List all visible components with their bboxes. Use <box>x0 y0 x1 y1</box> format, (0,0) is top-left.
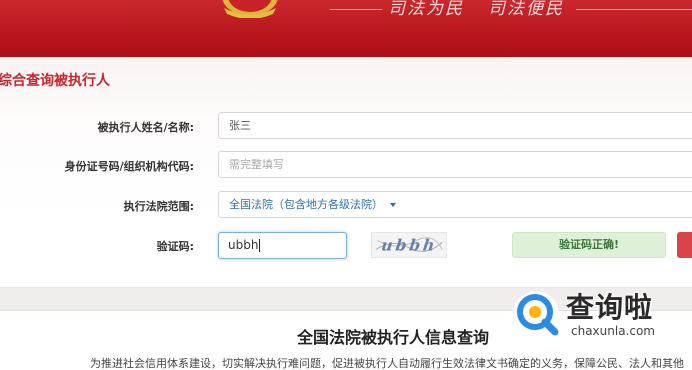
watermark-title: 查询啦 <box>566 291 654 324</box>
text-cursor <box>259 239 261 252</box>
court-label: 执行法院范围: <box>123 200 194 213</box>
query-button[interactable] <box>677 232 692 258</box>
captcha-image-text: ubbh <box>380 236 438 255</box>
search-magnifier-icon <box>513 291 559 337</box>
captcha-input[interactable]: ubbh <box>218 232 347 259</box>
intro-text: 为推进社会信用体系建设，切实解决执行难问题，促进被执行人自动履行生效法律文书确定… <box>90 357 684 370</box>
captcha-success-message: 验证码正确! <box>512 232 666 258</box>
captcha-input-value: ubbh <box>228 238 259 252</box>
name-label: 被执行人姓名/名称: <box>97 121 194 134</box>
watermark: 查询啦 chaxunla.com <box>510 284 692 346</box>
id-number-input[interactable]: 需完整填写 <box>218 151 692 178</box>
captcha-image[interactable]: ubbh <box>371 232 447 258</box>
intro-title: 全国法院被执行人信息查询 <box>297 328 490 347</box>
watermark-domain: chaxunla.com <box>571 324 655 338</box>
slogan-right: 司法便民 <box>488 0 564 19</box>
name-input-value: 张三 <box>229 119 251 132</box>
slogan-divider <box>330 9 382 10</box>
captcha-label: 验证码: <box>156 240 194 253</box>
court-scope-value: 全国法院（包含地方各级法院） <box>229 198 383 211</box>
id-number-placeholder: 需完整填写 <box>229 158 284 171</box>
court-scope-select[interactable]: 全国法院（包含地方各级法院） <box>218 191 692 218</box>
national-emblem-icon <box>222 0 278 18</box>
name-input[interactable]: 张三 <box>218 112 692 139</box>
chevron-down-icon <box>390 203 396 207</box>
section-title: 综合查询被执行人 <box>0 73 110 89</box>
slogan-left: 司法为民 <box>388 0 464 19</box>
id-label: 身份证号码/组织机构代码: <box>64 160 194 173</box>
slogan-divider <box>576 9 692 10</box>
search-form: 综合查询被执行人 被执行人姓名/名称: 张三 身份证号码/组织机构代码: 需完整… <box>0 57 692 287</box>
top-banner: 司法为民 司法便民 <box>0 0 692 57</box>
